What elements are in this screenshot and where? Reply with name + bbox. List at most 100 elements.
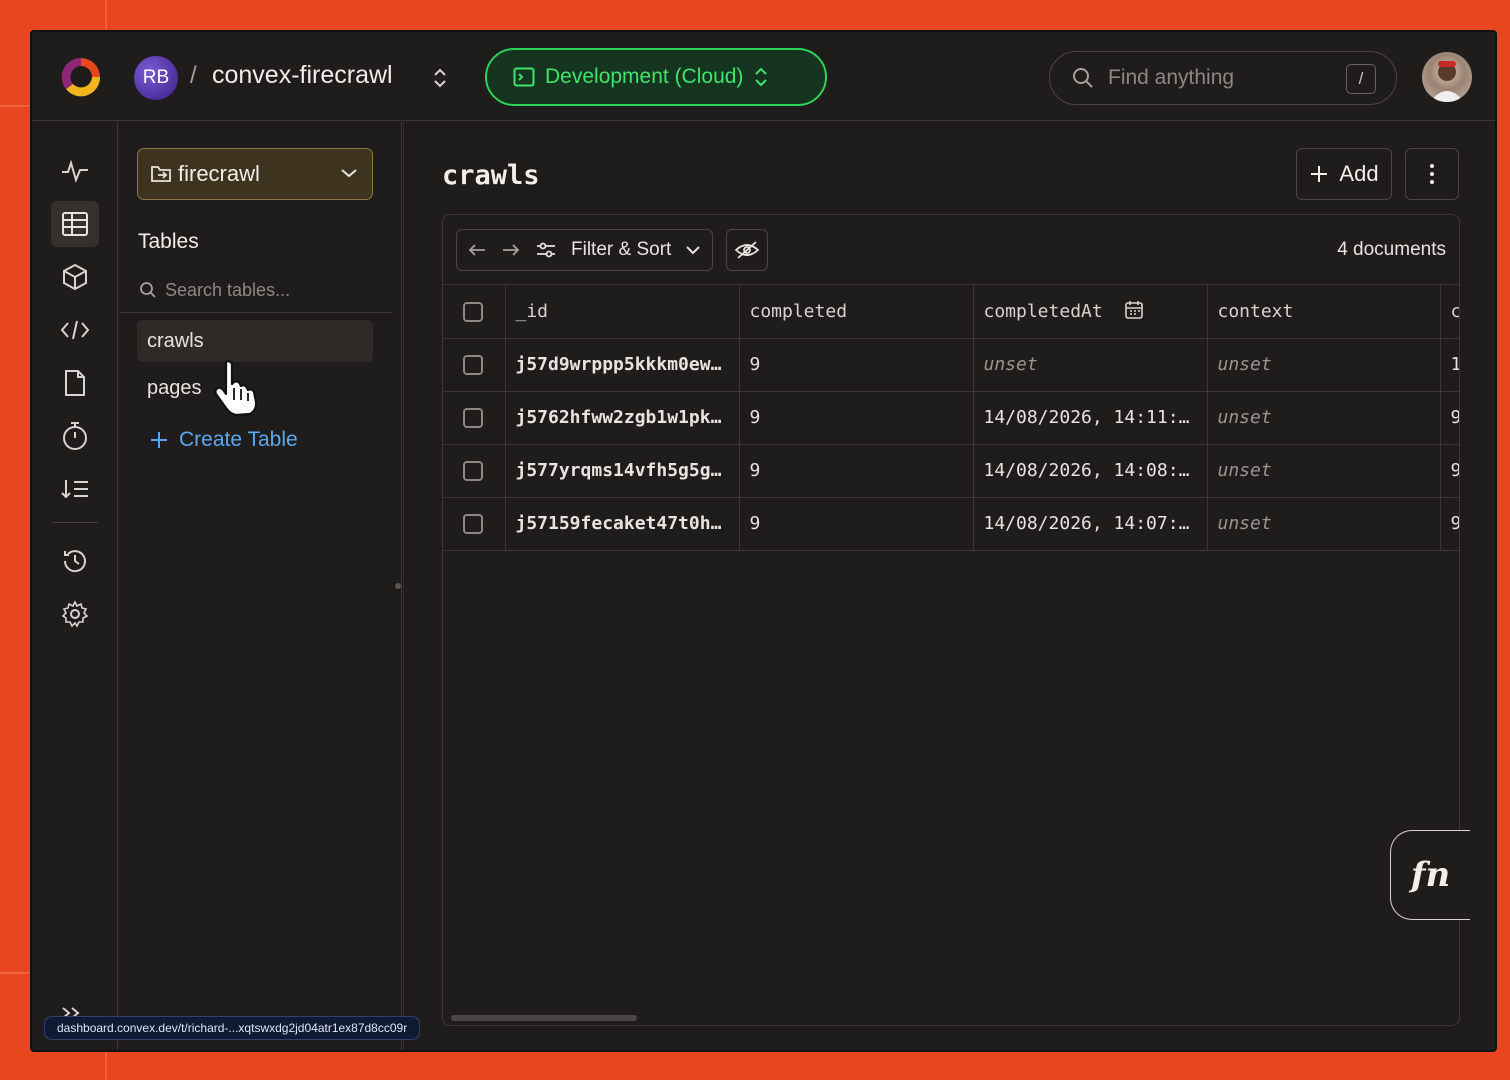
- cell-id[interactable]: j5762hfww2zgb1w1pk…: [505, 391, 740, 445]
- cell-completed[interactable]: 9: [739, 444, 974, 498]
- hide-fields-button[interactable]: [726, 229, 768, 271]
- arrow-left-icon[interactable]: [467, 242, 487, 258]
- cube-icon: [63, 263, 87, 291]
- table-search-input[interactable]: Search tables...: [119, 268, 392, 313]
- breadcrumb-separator: /: [190, 62, 197, 89]
- nav-data[interactable]: [51, 201, 99, 247]
- row-checkbox[interactable]: [463, 408, 483, 428]
- main-content: crawls Add Filter & Sort 4 documents _id…: [404, 122, 1495, 1050]
- nav-history[interactable]: [51, 538, 99, 584]
- row-select-cell[interactable]: [443, 444, 506, 498]
- team-avatar[interactable]: RB: [134, 56, 178, 100]
- deployment-selector-button[interactable]: Development (Cloud): [485, 48, 827, 106]
- navigation-rail: [32, 122, 118, 1050]
- code-icon: [60, 320, 90, 340]
- filter-sort-button[interactable]: Filter & Sort: [456, 229, 713, 271]
- activity-icon: [62, 159, 88, 184]
- nav-health[interactable]: [51, 148, 99, 194]
- stopwatch-icon: [63, 422, 87, 450]
- nav-files[interactable]: [51, 360, 99, 406]
- chevron-updown-icon: [755, 67, 768, 87]
- add-document-button[interactable]: Add: [1296, 148, 1392, 200]
- sort-list-icon: [61, 480, 88, 499]
- nav-functions[interactable]: [51, 254, 99, 300]
- table-row[interactable]: j57d9wrppp5kkkm0ew… 9 unset unset 1: [443, 338, 1459, 392]
- cell-completed[interactable]: 9: [739, 497, 974, 551]
- cell-id[interactable]: j577yrqms14vfh5g5g…: [505, 444, 740, 498]
- search-icon: [140, 282, 156, 298]
- select-all-checkbox[interactable]: [463, 301, 483, 322]
- cell-context[interactable]: unset: [1207, 497, 1441, 551]
- page-title: crawls: [442, 160, 540, 191]
- project-name[interactable]: convex-firecrawl: [212, 61, 393, 90]
- cell-partial[interactable]: 9: [1440, 391, 1459, 445]
- nav-schedules[interactable]: [51, 413, 99, 459]
- row-select-cell[interactable]: [443, 391, 506, 445]
- calendar-icon: [1124, 301, 1143, 320]
- table-icon: [62, 212, 88, 236]
- cell-id[interactable]: j57159fecaket47t0h…: [505, 497, 740, 551]
- cell-id[interactable]: j57d9wrppp5kkkm0ew…: [505, 338, 740, 392]
- table-header-row: _id completed completedAt context c: [443, 285, 1459, 339]
- cell-context[interactable]: unset: [1207, 338, 1441, 392]
- file-icon: [65, 370, 85, 396]
- convex-logo[interactable]: [58, 54, 104, 100]
- cell-completed[interactable]: 9: [739, 391, 974, 445]
- sliders-icon: [537, 242, 555, 258]
- component-selector[interactable]: firecrawl: [137, 148, 373, 200]
- gear-icon: [61, 600, 89, 628]
- plus-icon: [1311, 166, 1328, 182]
- documents-table: _id completed completedAt context c j57d…: [443, 285, 1459, 551]
- row-checkbox[interactable]: [463, 355, 483, 375]
- chevron-down-icon: [341, 169, 357, 178]
- cell-completedat[interactable]: 14/08/2026, 14:08:…: [973, 444, 1208, 498]
- document-count: 4 documents: [1337, 239, 1446, 260]
- hand-cursor-icon: [214, 360, 258, 417]
- chevron-down-icon: [686, 246, 701, 255]
- row-select-cell[interactable]: [443, 338, 506, 392]
- row-select-cell[interactable]: [443, 497, 506, 551]
- resize-handle-icon[interactable]: [394, 582, 402, 590]
- column-header-context[interactable]: context: [1207, 285, 1441, 339]
- top-bar: RB / convex-firecrawl Development (Cloud…: [32, 32, 1495, 121]
- nav-divider: [52, 522, 98, 523]
- data-panel: Filter & Sort 4 documents _id completed: [442, 214, 1460, 1026]
- cell-partial[interactable]: 9: [1440, 497, 1459, 551]
- cell-completed[interactable]: 9: [739, 338, 974, 392]
- nav-logs[interactable]: [51, 466, 99, 512]
- arrow-right-icon[interactable]: [501, 242, 521, 258]
- background-gridline: [0, 105, 30, 107]
- nav-code[interactable]: [51, 307, 99, 353]
- cell-completedat[interactable]: unset: [973, 338, 1208, 392]
- cell-completedat[interactable]: 14/08/2026, 14:07:…: [973, 497, 1208, 551]
- table-row[interactable]: j5762hfww2zgb1w1pk… 9 14/08/2026, 14:11:…: [443, 391, 1459, 445]
- row-checkbox[interactable]: [463, 514, 483, 534]
- column-header-partial[interactable]: c: [1440, 285, 1459, 339]
- cell-context[interactable]: unset: [1207, 444, 1441, 498]
- create-table-button[interactable]: Create Table: [149, 428, 298, 452]
- column-header-completed[interactable]: completed: [739, 285, 974, 339]
- table-row[interactable]: j577yrqms14vfh5g5g… 9 14/08/2026, 14:08:…: [443, 444, 1459, 498]
- row-checkbox[interactable]: [463, 461, 483, 481]
- nav-settings[interactable]: [51, 591, 99, 637]
- plus-icon: [151, 432, 167, 448]
- add-label: Add: [1339, 161, 1379, 186]
- cell-partial[interactable]: 9: [1440, 444, 1459, 498]
- dashboard-window: RB / convex-firecrawl Development (Cloud…: [30, 30, 1497, 1052]
- function-runner-button[interactable]: fn: [1390, 830, 1470, 920]
- table-item-crawls[interactable]: crawls: [137, 320, 373, 362]
- background-gridline: [0, 972, 30, 974]
- table-row[interactable]: j57159fecaket47t0h… 9 14/08/2026, 14:07:…: [443, 497, 1459, 551]
- horizontal-scrollbar[interactable]: [451, 1015, 637, 1021]
- component-icon: [151, 166, 171, 182]
- column-header-completedat[interactable]: completedAt: [973, 285, 1208, 339]
- user-avatar[interactable]: [1422, 52, 1472, 102]
- more-options-button[interactable]: [1405, 148, 1459, 200]
- global-search-input[interactable]: Find anything /: [1049, 51, 1397, 105]
- cell-partial[interactable]: 1: [1440, 338, 1459, 392]
- cell-completedat[interactable]: 14/08/2026, 14:11:…: [973, 391, 1208, 445]
- select-all-cell[interactable]: [443, 285, 506, 339]
- column-header-id[interactable]: _id: [505, 285, 740, 339]
- cell-context[interactable]: unset: [1207, 391, 1441, 445]
- project-switcher-icon[interactable]: [432, 66, 448, 90]
